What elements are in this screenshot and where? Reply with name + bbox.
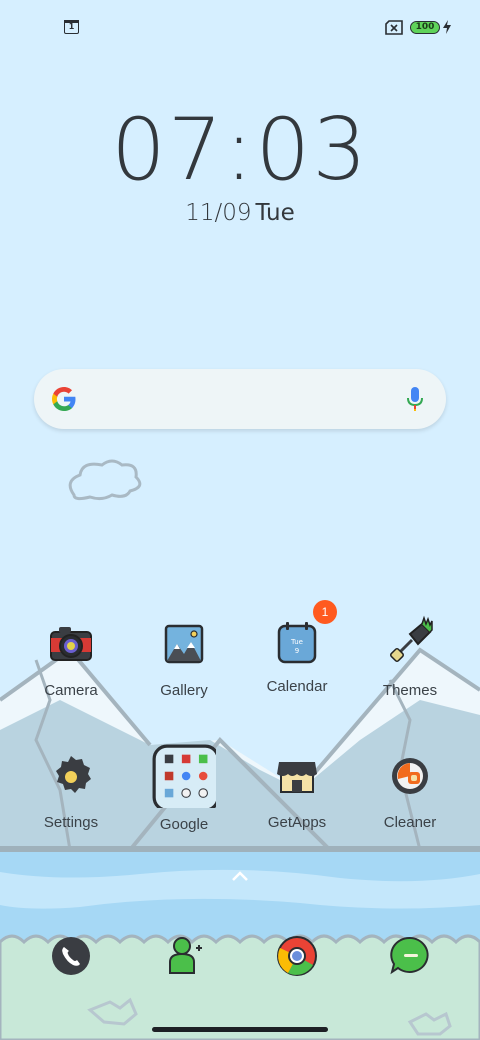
paint-roller-icon [390,615,433,662]
messages-icon[interactable] [380,926,440,986]
google-search-bar[interactable] [34,369,446,429]
microphone-icon[interactable] [406,385,424,413]
app-settings[interactable]: Settings [16,746,126,831]
app-camera[interactable]: Camera [16,614,126,699]
app-calendar[interactable]: Tue 9 1 Calendar [242,600,352,695]
status-bar: 1 100 [0,0,480,56]
app-label: Settings [43,814,99,831]
calendar-icon-wrap: Tue 9 1 [267,600,337,674]
app-getapps[interactable]: GetApps [242,746,352,831]
chevron-up-icon[interactable] [228,868,252,884]
charging-icon [443,20,451,34]
app-google-folder[interactable]: Google [129,744,239,833]
notification-badge: 1 [313,600,337,624]
chrome-icon[interactable] [267,926,327,986]
calendar-icon-date: 9 [294,647,300,655]
app-cleaner[interactable]: Cleaner [355,746,465,831]
date-text: 11/09 [185,200,252,226]
contacts-icon[interactable] [154,926,214,986]
app-label: Calendar [266,678,328,695]
google-g-icon [52,387,76,411]
app-label: Cleaner [383,814,437,831]
home-gesture-bar[interactable] [152,1027,328,1032]
calendar-icon-day: Tue [291,638,303,646]
no-sim-icon [385,20,403,35]
cleaner-icon [392,758,428,794]
clock-date[interactable]: 11/09 Tue [0,200,480,226]
app-label: Themes [382,682,438,699]
notification-icon: 1 [64,20,79,34]
phone-icon[interactable] [41,926,101,986]
app-label: Camera [44,682,98,699]
camera-icon [50,627,92,661]
app-label: GetApps [267,814,327,831]
store-icon [277,762,317,793]
battery-icon: 100 [410,21,440,34]
gallery-icon [164,624,204,664]
gear-icon [56,756,91,793]
app-label: Gallery [160,682,208,699]
app-label: Google [159,816,209,833]
clock-time[interactable]: 07:03 [0,100,480,200]
day-text: Tue [255,200,295,226]
folder-icon [152,744,220,812]
app-themes[interactable]: Themes [355,614,465,699]
app-gallery[interactable]: Gallery [129,614,239,699]
